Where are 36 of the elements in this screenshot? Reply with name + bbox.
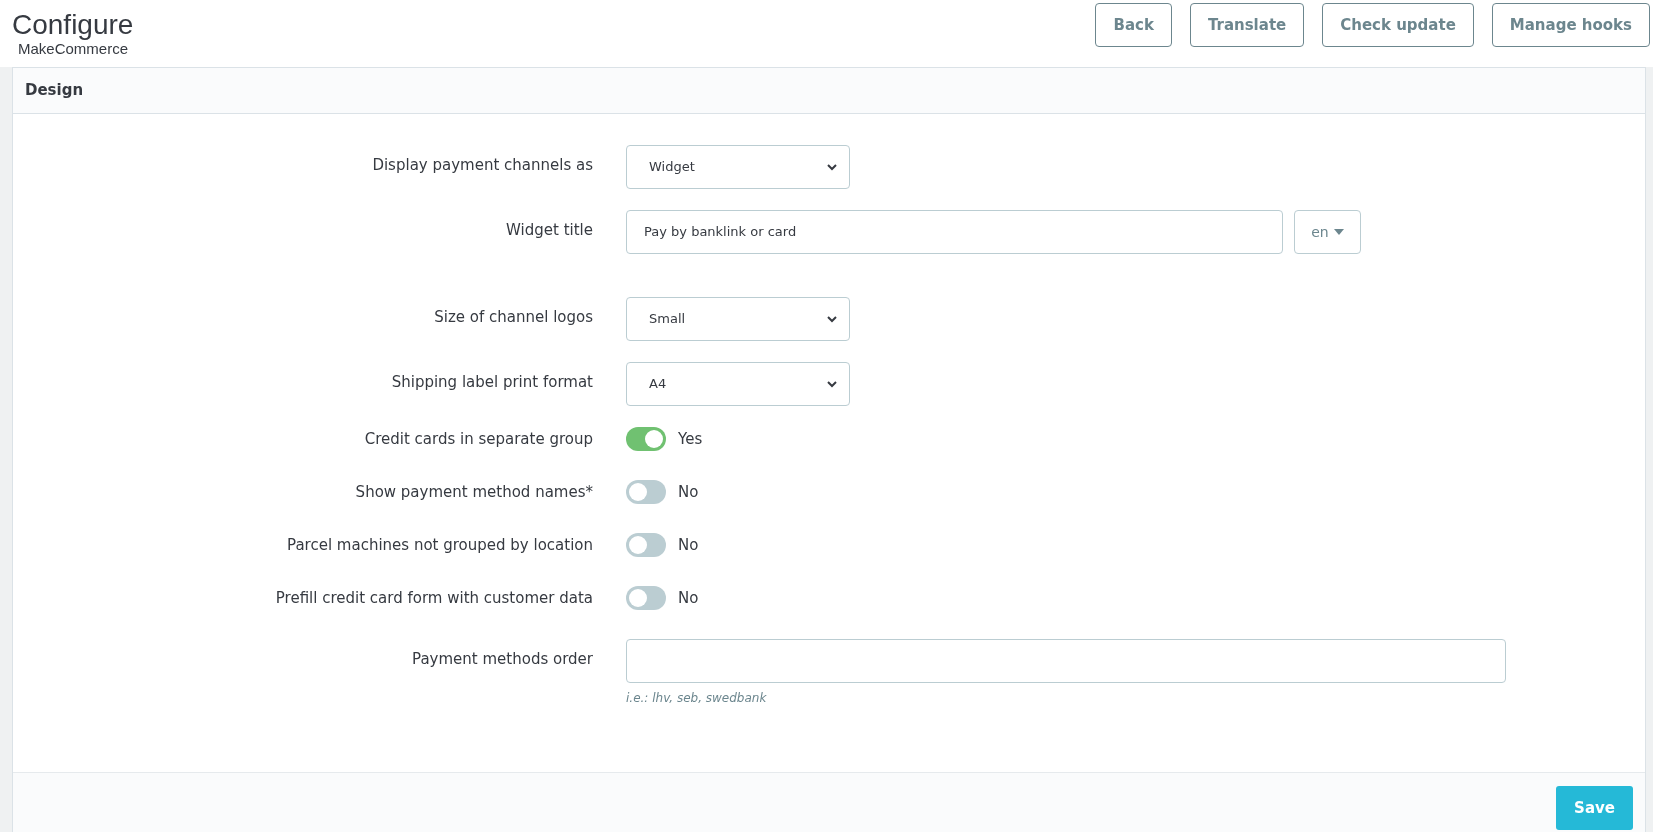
chevron-down-icon — [827, 163, 837, 171]
module-name: MakeCommerce — [18, 41, 130, 56]
help-text: i.e.: lhv, seb, swedbank — [626, 690, 768, 707]
text-field[interactable] — [626, 639, 1506, 683]
toggle-switch[interactable] — [626, 427, 666, 451]
field-label: Credit cards in separate group — [363, 429, 593, 450]
toggle-switch[interactable] — [626, 586, 666, 610]
field-label: Payment methods order — [411, 649, 593, 670]
toolbar-button[interactable]: Translate — [1189, 3, 1305, 47]
toolbar-button[interactable]: Back — [1095, 3, 1172, 47]
save-button[interactable]: Save — [1556, 786, 1633, 830]
dropdown[interactable]: Widget — [626, 145, 850, 189]
dropdown[interactable]: A4 — [626, 362, 850, 406]
toolbar-button[interactable]: Manage hooks — [1491, 3, 1650, 47]
text-field[interactable]: Pay by banklink or card — [626, 210, 1283, 254]
panel-title: Design — [25, 80, 84, 102]
field-label: Size of channel logos — [433, 307, 593, 328]
field-label: Prefill credit card form with customer data — [274, 588, 593, 609]
chevron-down-icon — [827, 380, 837, 388]
language-dropdown[interactable]: en — [1294, 210, 1361, 254]
field-label: Show payment method names* — [354, 482, 593, 503]
toggle-switch[interactable] — [626, 480, 666, 504]
dropdown[interactable]: Small — [626, 297, 850, 341]
caret-icon — [1333, 229, 1344, 235]
chevron-down-icon — [827, 315, 837, 323]
field-label: Parcel machines not grouped by location — [286, 535, 593, 556]
toggle-state-text: Yes — [678, 429, 703, 450]
field-label: Display payment channels as — [371, 155, 593, 176]
page-title: Configure — [12, 8, 134, 42]
toggle-switch[interactable] — [626, 533, 666, 557]
toggle-state-text: No — [678, 482, 699, 503]
toggle-state-text: No — [678, 535, 699, 556]
toggle-state-text: No — [678, 588, 699, 609]
field-label: Shipping label print format — [390, 372, 593, 393]
toolbar-button[interactable]: Check update — [1322, 3, 1474, 47]
field-label: Widget title — [505, 220, 593, 241]
